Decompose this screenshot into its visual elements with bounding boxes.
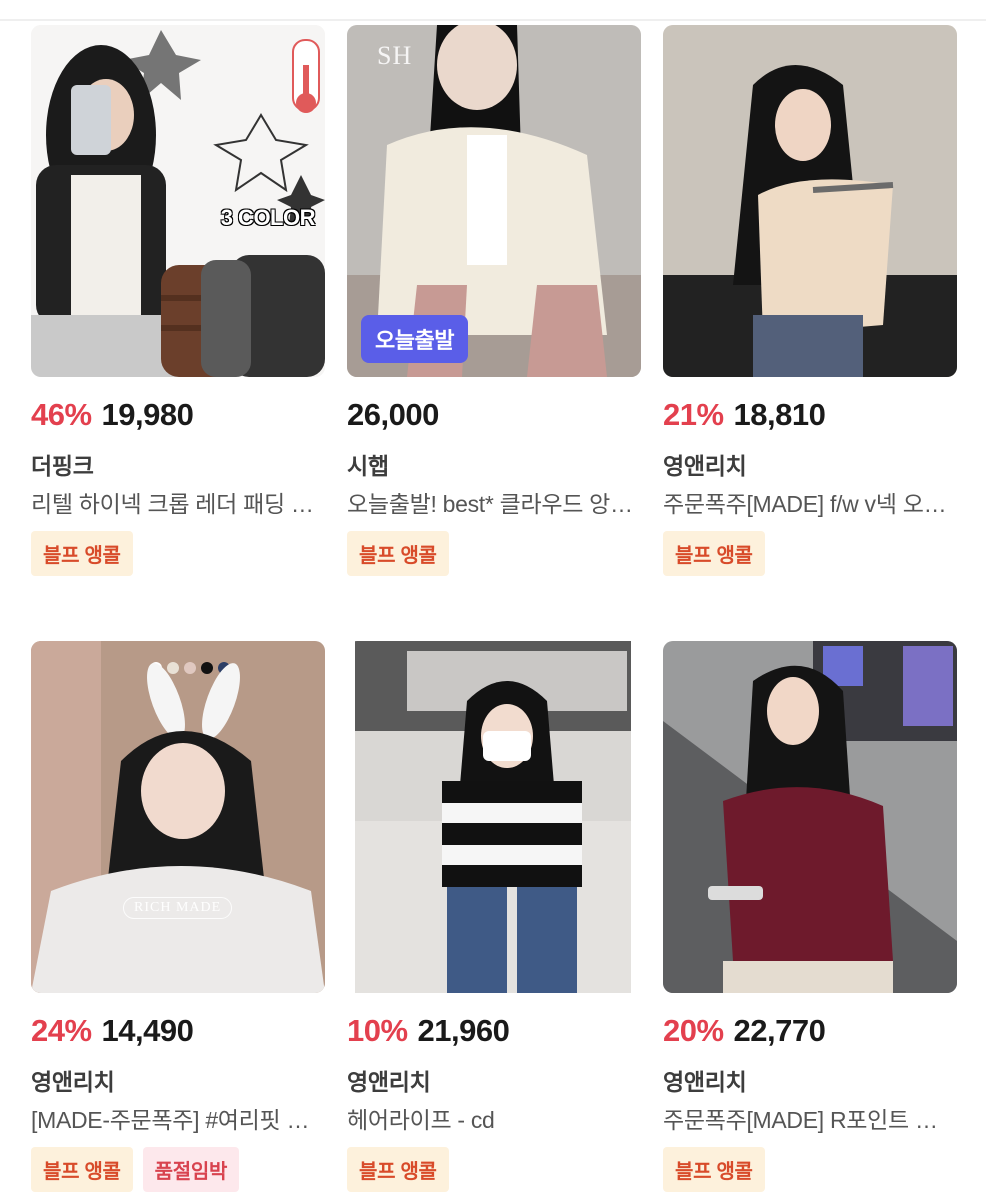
tag-list: 블프 앵콜 품절임박 <box>31 1147 240 1192</box>
shipping-badge: 오늘출발 <box>361 315 468 363</box>
product-image[interactable]: SH 오늘출발 <box>347 25 641 377</box>
discount-rate: 20% <box>663 1013 724 1048</box>
tag-list: 블프 앵콜 <box>347 1147 449 1192</box>
sale-tag: 블프 앵콜 <box>347 531 449 576</box>
product-photo-striped-cardigan <box>347 641 641 993</box>
product-image[interactable] <box>663 641 957 993</box>
tag-list: 블프 앵콜 <box>31 531 133 576</box>
discount-rate: 24% <box>31 1013 92 1048</box>
product-title[interactable]: [MADE-주문폭주] #여리핏 골지 티셔츠 <box>31 1101 325 1135</box>
product-photo-ribbed-tee <box>31 641 325 993</box>
product-image[interactable]: 3 COLOR <box>31 25 325 377</box>
shop-name[interactable]: 시햅 <box>347 447 389 481</box>
product-photo-leather-vest <box>31 25 325 377</box>
price-row: 24% 14,490 <box>31 1013 194 1053</box>
price: 14,490 <box>101 1013 194 1048</box>
price: 22,770 <box>733 1013 826 1048</box>
product-title[interactable]: 오늘출발! best* 클라우드 앙고라 가디건 <box>347 485 641 519</box>
sale-tag: 블프 앵콜 <box>663 1147 765 1192</box>
sale-tag: 블프 앵콜 <box>663 531 765 576</box>
product-image[interactable] <box>347 641 641 993</box>
shop-name[interactable]: 영앤리치 <box>347 1063 431 1097</box>
price: 19,980 <box>101 397 194 432</box>
product-title[interactable]: 주문폭주[MADE] f/w v넥 오프숄더 티셔츠 <box>663 485 957 519</box>
price: 26,000 <box>347 397 439 432</box>
product-title[interactable]: 헤어라이프 - cd <box>347 1101 641 1135</box>
price: 18,810 <box>733 397 826 432</box>
product-photo-cutout-tee <box>663 641 957 993</box>
sale-tag: 블프 앵콜 <box>31 531 133 576</box>
price-row: 46% 19,980 <box>31 397 194 437</box>
discount-rate: 46% <box>31 397 92 432</box>
sale-tag: 블프 앵콜 <box>31 1147 133 1192</box>
brand-watermark: RICH MADE <box>123 897 233 919</box>
shop-name[interactable]: 영앤리치 <box>663 447 747 481</box>
shop-name[interactable]: 영앤리치 <box>31 1063 115 1097</box>
price: 21,960 <box>417 1013 510 1048</box>
tag-list: 블프 앵콜 <box>347 531 449 576</box>
brand-logo: SH <box>377 41 413 70</box>
discount-rate: 21% <box>663 397 724 432</box>
price-row: 10% 21,960 <box>347 1013 510 1053</box>
product-image[interactable]: RICH MADE <box>31 641 325 993</box>
top-divider <box>0 19 986 21</box>
product-image[interactable] <box>663 25 957 377</box>
product-photo-offshoulder-tee <box>663 25 957 377</box>
product-title[interactable]: 리텔 하이넥 크롭 레더 패딩 베스트 <box>31 485 325 519</box>
price-row: 26,000 <box>347 397 439 437</box>
shop-name[interactable]: 영앤리치 <box>663 1063 747 1097</box>
price-row: 20% 22,770 <box>663 1013 826 1053</box>
almost-soldout-tag: 품절임박 <box>142 1147 240 1192</box>
tag-list: 블프 앵콜 <box>663 531 765 576</box>
sale-tag: 블프 앵콜 <box>347 1147 449 1192</box>
price-row: 21% 18,810 <box>663 397 826 437</box>
shop-name[interactable]: 더핑크 <box>31 447 94 481</box>
color-count-overlay: 3 COLOR <box>220 205 316 230</box>
discount-rate: 10% <box>347 1013 408 1048</box>
tag-list: 블프 앵콜 <box>663 1147 765 1192</box>
product-title[interactable]: 주문폭주[MADE] R포인트 컷아웃 티셔츠 <box>663 1101 957 1135</box>
